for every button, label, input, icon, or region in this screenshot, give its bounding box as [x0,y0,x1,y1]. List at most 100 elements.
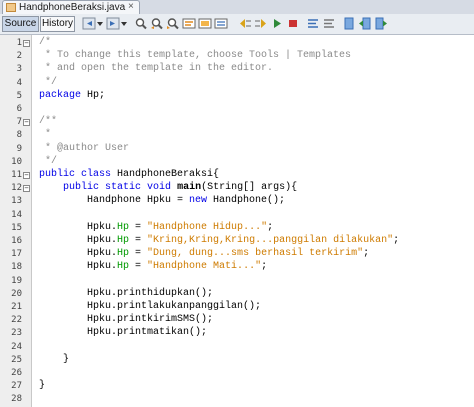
code-line[interactable]: Hpku.printkirimSMS(); [39,313,213,327]
dropdown-icon[interactable] [120,17,128,30]
line-number: 26 [11,368,22,378]
stop-macro-icon[interactable] [286,17,300,30]
forward-icon[interactable] [106,17,120,30]
code-line[interactable]: public static void main(String[] args){ [39,181,297,195]
java-file-icon [6,3,16,12]
line-number: 22 [11,315,22,326]
fold-toggle-icon[interactable]: − [23,118,30,126]
editor-toolbar: Source History [0,14,474,35]
code-line[interactable]: Hpku.printlakukanpanggilan(); [39,300,261,314]
code-token: /* [39,37,52,48]
code-line[interactable]: * [39,128,51,142]
source-tab-button[interactable]: Source [2,16,39,32]
code-token: ; [261,261,268,273]
find-next-icon[interactable] [166,17,180,30]
line-number: 10 [11,156,22,167]
code-token: Hpku.printkirimSMS(); [39,314,214,326]
line-number: 4 [16,77,22,88]
back-icon[interactable] [82,17,96,30]
line-number: 12 [11,183,22,194]
line-number: 23 [11,328,22,339]
code-line[interactable]: /* [39,36,51,50]
line-number: 9 [16,143,22,154]
code-token: = [129,221,148,233]
line-number: 2 [16,51,22,62]
line-number: 24 [11,341,22,352]
code-line[interactable]: Hpku.printmatikan(); [39,326,207,340]
line-number: 19 [11,275,22,286]
line-number: 20 [11,288,22,299]
code-line[interactable]: */ [39,76,57,90]
close-tab-icon[interactable]: × [128,1,134,13]
code-line[interactable]: Handphone Hpku = new Handphone(); [39,194,285,208]
toggle-rectangle-selection-icon[interactable] [214,17,228,30]
code-line[interactable]: Hpku.printhidupkan(); [39,287,213,301]
line-number: 7 [16,117,22,128]
toggle-highlight-icon[interactable] [198,17,212,30]
line-number: 15 [11,222,22,233]
code-line[interactable]: Hpku.Hp = "Kring,Kring,Kring...panggilan… [39,234,399,248]
uncomment-icon[interactable] [322,17,336,30]
code-token: Hpku. [39,221,118,233]
code-token: * To change this template, choose Tools … [39,50,352,62]
code-token: * and open the template in the editor. [39,63,274,75]
code-line[interactable]: Hpku.Hp = "Handphone Hidup..."; [39,221,273,235]
file-tab[interactable]: HandphoneBeraksi.java × [2,0,140,14]
code-line[interactable]: * and open the template in the editor. [39,62,273,76]
code-line[interactable]: } [39,353,69,367]
code-line[interactable]: } [39,379,45,393]
code-editor[interactable]: /* * To change this template, choose Too… [33,35,474,407]
editor-tab-bar: HandphoneBeraksi.java × [0,0,474,15]
toggle-bookmark-icon[interactable] [342,17,356,30]
history-tab-button[interactable]: History [40,16,75,32]
code-token: = [129,235,148,246]
code-token: public static void [63,182,172,194]
line-number: 21 [11,302,22,312]
comment-icon[interactable] [306,17,320,30]
find-selection-icon[interactable] [182,17,196,30]
code-token: Hp [117,261,130,273]
code-line[interactable]: package Hp; [39,89,105,103]
line-number: 6 [16,104,22,114]
line-number: 18 [11,262,22,273]
fold-toggle-icon[interactable]: − [23,39,30,47]
code-token: "Dung, dung...sms berhasil terkirim" [147,248,364,260]
code-token: package [39,89,82,101]
code-line[interactable]: /** [39,115,57,129]
previous-bookmark-icon[interactable] [358,17,372,30]
code-token: } [39,380,46,392]
code-line[interactable]: Hpku.Hp = "Handphone Mati..."; [39,260,267,274]
fold-toggle-icon[interactable]: − [23,171,30,179]
find-previous-icon[interactable] [150,17,164,30]
fold-toggle-icon[interactable]: − [23,184,30,192]
code-token: new [189,195,208,207]
code-token: Hp [117,221,130,233]
code-token: "Kring,Kring,Kring...panggilan dilakukan… [147,235,394,246]
code-token: "Handphone Mati..." [147,261,262,273]
line-number: 17 [11,249,22,260]
code-line[interactable]: public class HandphoneBeraksi{ [39,168,219,182]
code-token: Hpku.printmatikan(); [39,327,208,339]
code-line[interactable]: * To change this template, choose Tools … [39,49,351,63]
code-token: * @author User [39,142,130,154]
shift-right-icon[interactable] [254,17,268,30]
line-number: 25 [11,354,22,365]
shift-left-icon[interactable] [238,17,252,30]
file-tab-label: HandphoneBeraksi.java [19,2,126,13]
code-token: Handphone Hpku = [39,195,190,207]
find-icon[interactable] [134,17,148,30]
code-token: = [129,261,148,273]
code-token: */ [39,76,58,88]
code-line[interactable]: Hpku.Hp = "Dung, dung...sms berhasil ter… [39,247,369,261]
line-number: 5 [16,90,22,101]
dropdown-icon[interactable] [96,17,104,30]
code-token: */ [39,155,58,167]
code-token: ; [393,235,400,246]
next-bookmark-icon[interactable] [374,17,388,30]
code-line[interactable]: * @author User [39,142,129,156]
code-token: ; [363,248,370,260]
code-line[interactable]: */ [39,155,57,169]
record-macro-icon[interactable] [270,17,284,30]
line-number: 3 [16,64,22,75]
